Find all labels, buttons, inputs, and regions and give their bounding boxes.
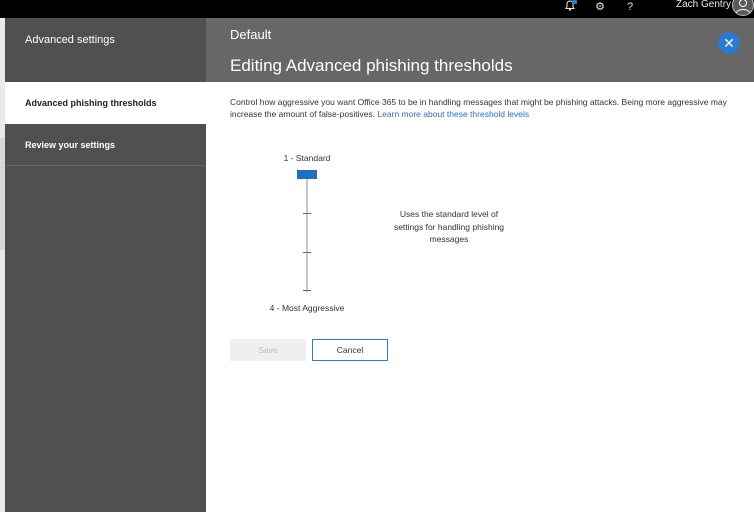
slider-max-label: 4 - Most Aggressive: [269, 303, 345, 313]
user-name[interactable]: Zach Gentry: [676, 0, 731, 10]
help-icon[interactable]: ?: [625, 0, 635, 18]
sidebar: Advanced settings Advanced phishing thre…: [5, 18, 206, 512]
slider-tick: [303, 213, 311, 214]
save-button[interactable]: Save: [230, 339, 306, 361]
threshold-slider-track[interactable]: [306, 176, 308, 292]
gear-icon[interactable]: ⚙: [593, 0, 607, 18]
sidebar-item-advanced-phishing-thresholds[interactable]: Advanced phishing thresholds: [5, 82, 206, 124]
slider-min-label: 1 - Standard: [283, 153, 331, 163]
notification-badge: [572, 0, 577, 4]
sidebar-title: Advanced settings: [25, 34, 115, 46]
threshold-slider-handle[interactable]: [297, 170, 317, 179]
learn-more-link[interactable]: Learn more about these threshold levels: [377, 109, 529, 119]
sidebar-item-review-your-settings[interactable]: Review your settings: [5, 124, 206, 166]
level-description: Uses the standard level of settings for …: [393, 209, 505, 244]
description: Control how aggressive you want Office 3…: [230, 96, 730, 120]
slider-tick: [303, 252, 311, 253]
panel-header: Default Editing Advanced phishing thresh…: [206, 18, 754, 82]
notification-bell-icon[interactable]: [563, 0, 577, 18]
close-icon[interactable]: ✕: [718, 32, 740, 54]
cancel-button[interactable]: Cancel: [312, 339, 388, 361]
avatar-icon[interactable]: [732, 0, 754, 16]
top-bar: ⚙ ? Zach Gentry: [0, 0, 754, 18]
slider-tick: [303, 290, 311, 291]
policy-name: Default: [230, 27, 272, 42]
page-title: Editing Advanced phishing thresholds: [230, 56, 513, 75]
